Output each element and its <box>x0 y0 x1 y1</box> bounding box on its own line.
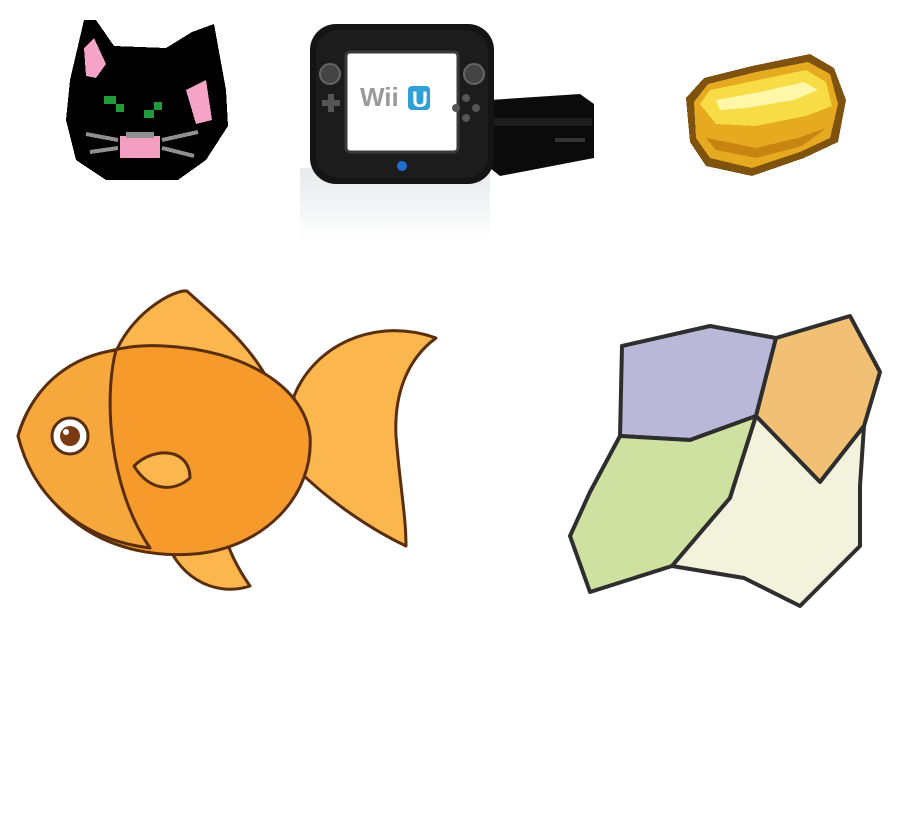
gold-ingot-icon <box>686 54 848 176</box>
goldfish-icon <box>14 286 442 598</box>
wii-logo-text: Wii <box>360 82 399 112</box>
pixel-cat-icon <box>66 20 228 180</box>
wii-u-console-icon: Wii U <box>300 18 600 243</box>
jigsaw-puzzle-icon <box>560 296 905 626</box>
wii-u-badge: U <box>412 87 428 112</box>
